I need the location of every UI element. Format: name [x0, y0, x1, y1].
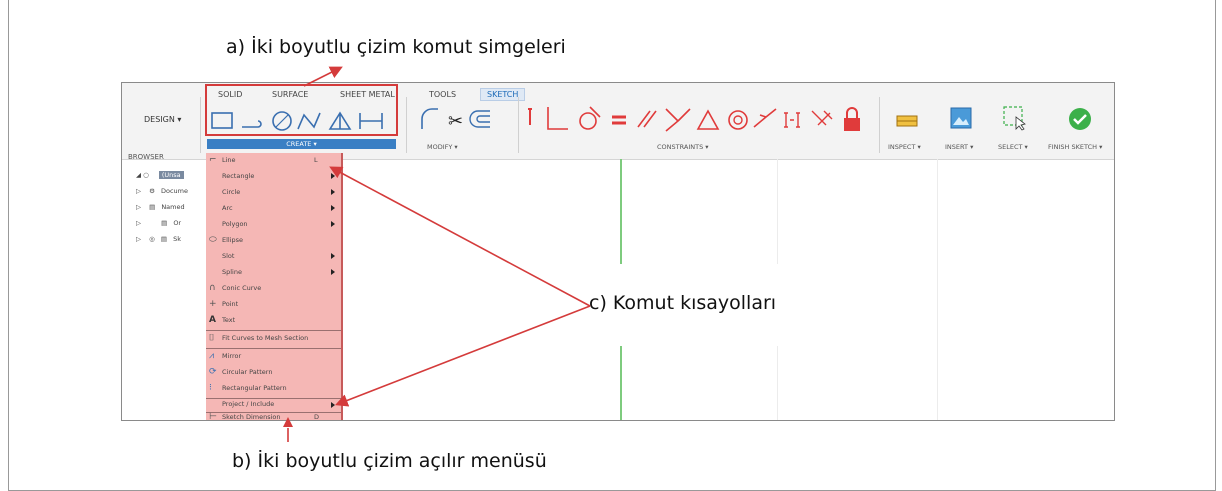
caption-b: b) İki boyutlu çizim açılır menüsü: [232, 450, 547, 472]
arrow-b-head: [283, 417, 293, 427]
arrow-c-dimension: [335, 305, 591, 407]
arrow-c-line: [329, 166, 591, 307]
arrow-a: [303, 66, 343, 87]
annotation-arrows: [283, 66, 591, 442]
